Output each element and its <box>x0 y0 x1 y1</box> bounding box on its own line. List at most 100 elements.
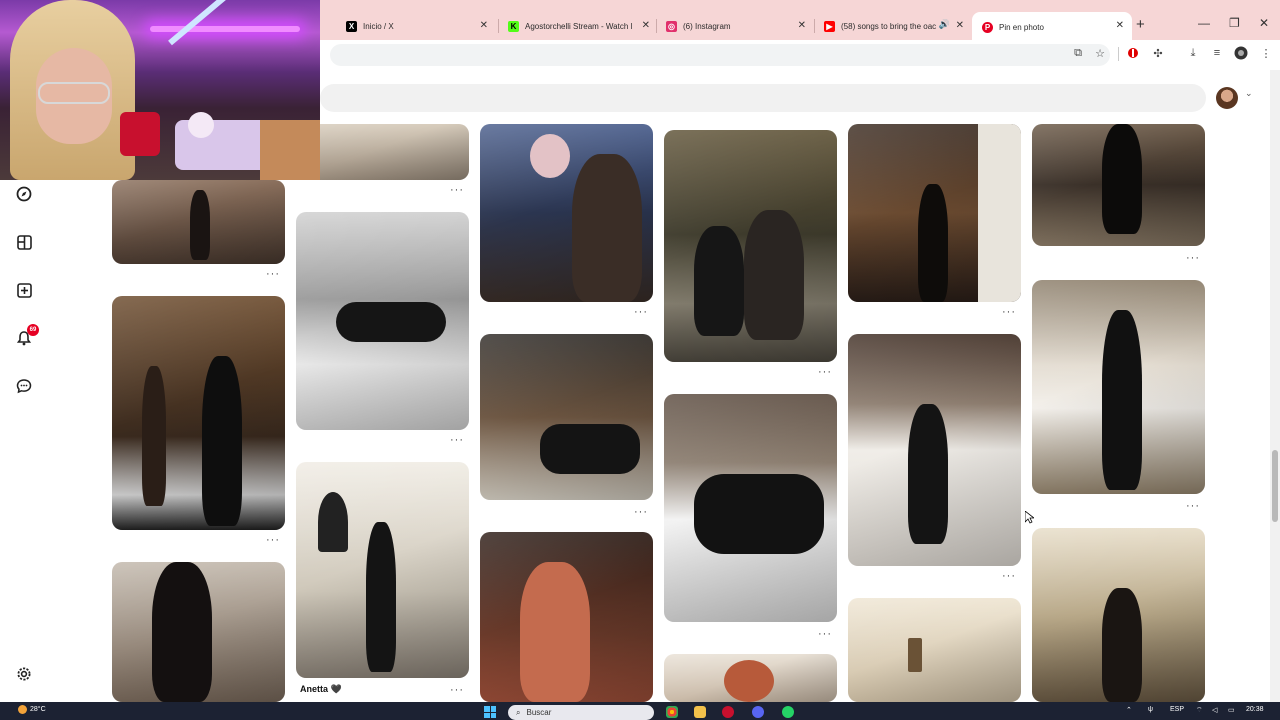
chrome-icon[interactable] <box>666 706 678 718</box>
more-options-icon[interactable]: ··· <box>818 366 832 378</box>
browser-menu-icon[interactable]: ⋮ <box>1258 45 1274 61</box>
close-tab-icon[interactable]: ✕ <box>956 20 964 31</box>
app-icon[interactable] <box>722 706 734 718</box>
more-options-icon[interactable]: ··· <box>1002 570 1016 582</box>
pin-card[interactable] <box>296 212 469 430</box>
more-options-icon[interactable]: ··· <box>266 534 280 546</box>
youtube-logo-icon: ▶ <box>824 20 835 32</box>
pin-figure <box>1102 588 1142 702</box>
close-tab-icon[interactable]: ✕ <box>1116 20 1124 31</box>
tab-youtube[interactable]: ▶ (58) songs to bring the oac 🔊 ✕ <box>814 12 972 40</box>
webcam-plush <box>188 112 214 138</box>
search-icon: ⌕ <box>516 707 521 717</box>
pin-card[interactable] <box>112 562 285 702</box>
tab-label: Agostorchelli Stream - Watch l <box>525 21 633 31</box>
pin-figure <box>694 226 744 336</box>
pin-figure <box>152 562 212 702</box>
pin-image <box>480 334 653 500</box>
pin-card[interactable] <box>848 598 1021 702</box>
network-icon[interactable]: ψ <box>1148 706 1153 713</box>
pin-card[interactable] <box>296 462 469 678</box>
pin-caption[interactable]: Anetta 🖤 <box>300 684 342 695</box>
more-options-icon[interactable]: ··· <box>1186 252 1200 264</box>
tab-x[interactable]: X Inicio / X ✕ <box>336 12 496 40</box>
pin-card[interactable] <box>848 334 1021 566</box>
pin-figure <box>1102 310 1142 490</box>
search-input[interactable] <box>320 84 1206 112</box>
extensions-icon[interactable]: ✣ <box>1150 45 1166 61</box>
webcam-led-light <box>150 26 300 32</box>
pin-image <box>848 598 1021 702</box>
battery-icon[interactable]: ▭ <box>1228 706 1235 714</box>
more-options-icon[interactable]: ··· <box>450 184 464 196</box>
clock[interactable]: 20:38 <box>1246 706 1264 713</box>
pin-figure <box>908 404 948 544</box>
instagram-logo-icon: ◎ <box>666 20 677 32</box>
pin-card[interactable] <box>480 532 653 702</box>
tab-pinterest[interactable]: P Pin en photo ✕ <box>972 12 1132 42</box>
pin-figure <box>978 124 1021 302</box>
pin-card[interactable] <box>480 124 653 302</box>
pin-card[interactable] <box>664 130 837 362</box>
tray-chevron-icon[interactable]: ⌃ <box>1126 706 1132 714</box>
more-options-icon[interactable]: ··· <box>266 268 280 280</box>
notification-count-badge: 69 <box>27 324 39 336</box>
pin-card[interactable] <box>480 334 653 500</box>
tab-instagram[interactable]: ◎ (6) Instagram ✕ <box>656 12 814 40</box>
scrollbar-thumb[interactable] <box>1272 450 1278 522</box>
board-icon[interactable] <box>14 232 34 252</box>
close-tab-icon[interactable]: ✕ <box>798 20 806 31</box>
taskbar-search-input[interactable]: ⌕ Buscar <box>508 705 654 720</box>
wifi-icon[interactable]: ⌔ <box>1196 706 1203 715</box>
messages-icon[interactable] <box>14 376 34 396</box>
explore-icon[interactable] <box>14 184 34 204</box>
close-tab-icon[interactable]: ✕ <box>642 20 650 31</box>
webcam-glasses <box>38 82 110 104</box>
more-options-icon[interactable]: ··· <box>450 684 464 696</box>
address-bar[interactable] <box>330 44 1110 66</box>
more-options-icon[interactable]: ··· <box>634 306 648 318</box>
install-app-icon[interactable]: ⧉ <box>1070 45 1086 61</box>
new-tab-button[interactable]: + <box>1136 16 1145 33</box>
volume-icon[interactable]: ◁ <box>1212 706 1217 714</box>
language-indicator[interactable]: ESP <box>1170 706 1184 713</box>
pin-card[interactable] <box>112 180 285 264</box>
pin-card[interactable] <box>1032 124 1205 246</box>
close-tab-icon[interactable]: ✕ <box>480 20 488 31</box>
pin-card[interactable] <box>1032 280 1205 494</box>
pin-figure <box>908 638 922 672</box>
more-options-icon[interactable]: ··· <box>818 628 832 640</box>
media-control-icon[interactable]: ≡ <box>1209 45 1225 61</box>
more-options-icon[interactable]: ··· <box>1186 500 1200 512</box>
pin-card[interactable] <box>848 124 1021 302</box>
profile-icon[interactable] <box>1233 45 1249 61</box>
close-window-icon[interactable]: ✕ <box>1259 16 1269 30</box>
restore-icon[interactable]: ❐ <box>1229 16 1240 30</box>
pin-card[interactable] <box>664 394 837 622</box>
more-options-icon[interactable]: ··· <box>1002 306 1016 318</box>
pin-card[interactable] <box>664 654 837 702</box>
file-explorer-icon[interactable] <box>694 706 706 718</box>
more-options-icon[interactable]: ··· <box>450 434 464 446</box>
pin-figure <box>202 356 242 526</box>
chevron-down-icon[interactable]: ⌄ <box>1245 88 1253 99</box>
pin-card[interactable] <box>1032 528 1205 702</box>
create-icon[interactable] <box>14 280 34 300</box>
bookmark-star-icon[interactable]: ☆ <box>1092 45 1108 61</box>
downloads-icon[interactable]: ⤓ <box>1185 45 1201 61</box>
webcam-microphone <box>120 112 160 156</box>
pin-card[interactable] <box>112 296 285 530</box>
scrollbar-track[interactable] <box>1270 70 1280 702</box>
minimize-icon[interactable]: — <box>1198 16 1210 30</box>
more-options-icon[interactable]: ··· <box>634 506 648 518</box>
settings-icon[interactable] <box>14 664 34 684</box>
avatar[interactable] <box>1216 87 1238 109</box>
audio-playing-icon[interactable]: 🔊 <box>939 19 950 30</box>
weather-widget[interactable]: 28°C <box>18 705 46 714</box>
whatsapp-icon[interactable] <box>782 706 794 718</box>
discord-icon[interactable] <box>752 706 764 718</box>
windows-start-icon[interactable] <box>484 706 496 718</box>
adblock-icon[interactable] <box>1125 45 1141 61</box>
pin-card[interactable] <box>296 124 469 180</box>
tab-kick[interactable]: K Agostorchelli Stream - Watch l ✕ <box>498 12 658 40</box>
